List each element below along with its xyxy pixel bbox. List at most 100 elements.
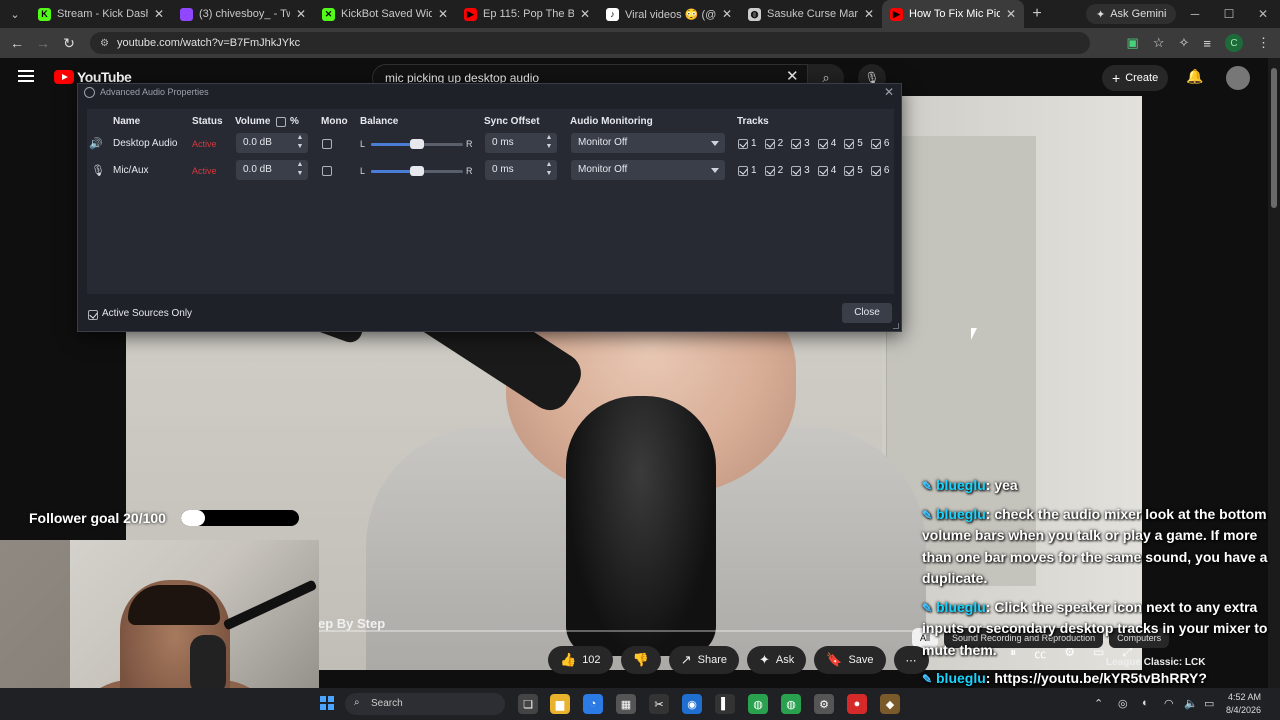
browser-tab[interactable]: ◍ Sasuke Curse Mark Co ✕ <box>740 0 882 28</box>
track-checkbox[interactable] <box>791 138 802 149</box>
volume-spinbox-mic-aux[interactable]: 0.0 dB ▲ ▼ <box>236 160 308 180</box>
sync-down-arrow-icon[interactable]: ▼ <box>544 170 554 177</box>
resize-grip-icon[interactable] <box>893 323 899 329</box>
track-checkbox[interactable] <box>844 165 855 176</box>
notifications-bell-icon[interactable]: 🔔 <box>1186 68 1203 85</box>
windows-start-icon[interactable] <box>320 696 334 710</box>
balance-slider-mic-aux[interactable] <box>371 166 463 176</box>
account-avatar[interactable] <box>1226 66 1250 90</box>
sync-down-arrow-icon[interactable]: ▼ <box>544 143 554 150</box>
wifi-icon[interactable]: ◠ <box>1164 697 1174 710</box>
track-checkbox[interactable] <box>738 138 748 149</box>
active-sources-only-checkbox[interactable] <box>88 310 98 320</box>
league-client-icon[interactable]: ◆ <box>880 694 900 714</box>
tab-close-icon[interactable]: ✕ <box>1006 7 1016 21</box>
track-checkbox[interactable] <box>817 138 828 149</box>
new-tab-button[interactable]: + <box>1024 5 1050 23</box>
task-view-icon[interactable]: ❏ <box>518 694 538 714</box>
balance-slider-handle[interactable] <box>410 139 424 149</box>
track-checkbox[interactable] <box>817 165 828 176</box>
taskbar-clock[interactable]: 4:52 AM 8/4/2026 <box>1226 691 1261 717</box>
browser-tab[interactable]: K Stream - Kick Dashbo ✕ <box>30 0 172 28</box>
minimize-window-button[interactable]: ─ <box>1178 0 1212 28</box>
track-checkbox[interactable] <box>764 165 775 176</box>
ask-button[interactable]: ✦ Ask <box>747 646 807 674</box>
dialog-close-button[interactable]: Close <box>842 303 892 323</box>
copilot-icon[interactable]: ◔ <box>583 694 603 714</box>
discord-tray-icon[interactable]: ◐ <box>1142 697 1149 709</box>
tab-close-icon[interactable]: ✕ <box>296 7 306 21</box>
mono-checkbox-mic-aux[interactable] <box>322 166 332 176</box>
tab-search-icon[interactable]: ⌄ <box>0 0 30 28</box>
edge-icon[interactable]: ◉ <box>682 694 702 714</box>
track-checkbox[interactable] <box>844 138 855 149</box>
capcut-icon[interactable]: ✂ <box>649 694 669 714</box>
speaker-icon[interactable]: 🔊 <box>89 137 103 150</box>
create-button[interactable]: + Create <box>1102 65 1169 91</box>
track-checkbox[interactable] <box>791 165 802 176</box>
tray-chevron-icon[interactable]: ⌃ <box>1094 697 1103 710</box>
audio-monitoring-select-mic-aux[interactable]: Monitor Off <box>571 160 725 180</box>
bookmark-star-icon[interactable]: ☆ <box>1153 35 1165 51</box>
sync-up-arrow-icon[interactable]: ▲ <box>544 134 554 141</box>
maximize-window-button[interactable]: ☐ <box>1212 0 1246 28</box>
reload-button[interactable]: ↻ <box>56 35 82 52</box>
cast-icon[interactable]: ▣ <box>1127 35 1139 51</box>
track-checkbox[interactable] <box>764 138 775 149</box>
address-bar[interactable]: ⚙ youtube.com/watch?v=B7FmJhkJYkc <box>90 32 1090 54</box>
volume-down-arrow-icon[interactable]: ▼ <box>295 143 305 150</box>
scrollbar-thumb[interactable] <box>1271 68 1277 208</box>
tab-close-icon[interactable]: ✕ <box>580 7 590 21</box>
settings-icon[interactable]: ⚙ <box>814 694 834 714</box>
sync-offset-spinbox-desktop-audio[interactable]: 0 ms ▲ ▼ <box>485 133 557 153</box>
close-window-button[interactable]: ✕ <box>1246 0 1280 28</box>
volume-icon[interactable]: 🔈 <box>1184 697 1198 710</box>
back-button[interactable]: ← <box>4 35 30 51</box>
menu-icon[interactable]: ⋮ <box>1257 35 1270 51</box>
volume-percent-checkbox[interactable] <box>276 117 286 127</box>
volume-up-arrow-icon[interactable]: ▲ <box>295 134 305 141</box>
obs-recording-icon[interactable]: ● <box>847 694 867 714</box>
volume-up-arrow-icon[interactable]: ▲ <box>295 161 305 168</box>
balance-slider-handle[interactable] <box>410 166 424 176</box>
ask-gemini-button[interactable]: ✦ Ask Gemini <box>1086 4 1177 24</box>
share-button[interactable]: ↗ Share <box>668 646 739 674</box>
balance-slider-desktop-audio[interactable] <box>371 139 463 149</box>
like-button[interactable]: 👍 102 <box>548 646 613 674</box>
hamburger-menu-icon[interactable] <box>18 70 34 82</box>
media-icon[interactable]: ≡ <box>1203 36 1211 51</box>
audio-monitoring-select-desktop-audio[interactable]: Monitor Off <box>571 133 725 153</box>
browser-tab[interactable]: ▶ How To Fix Mic Pickin ✕ <box>882 0 1024 28</box>
browser-tab[interactable]: ▶ Ep 115: Pop The Ballo ✕ <box>456 0 598 28</box>
tab-close-icon[interactable]: ✕ <box>438 7 448 21</box>
track-checkbox[interactable] <box>738 165 748 176</box>
forward-button[interactable]: → <box>30 35 56 51</box>
taskbar-search-input[interactable]: ⌕ Search <box>345 693 505 715</box>
browser-tab[interactable]: ♪ Viral videos 😳 (@iph ✕ <box>598 0 740 28</box>
file-explorer-icon[interactable]: ▆ <box>550 694 570 714</box>
extensions-icon[interactable]: ✧ <box>1179 35 1190 51</box>
track-checkbox[interactable] <box>870 165 881 176</box>
sync-offset-spinbox-mic-aux[interactable]: 0 ms ▲ ▼ <box>485 160 557 180</box>
network-icon[interactable]: ◎ <box>1118 697 1128 710</box>
browser-tab[interactable]: ✕ KickBot Saved Widget ✕ <box>314 0 456 28</box>
chrome-profile-icon[interactable]: ◍ <box>781 694 801 714</box>
chrome-icon[interactable]: ◍ <box>748 694 768 714</box>
mono-checkbox-desktop-audio[interactable] <box>322 139 332 149</box>
save-button[interactable]: 🔖 Save <box>814 646 886 674</box>
battery-icon[interactable]: ▭ <box>1204 697 1214 710</box>
dialog-close-icon[interactable]: ✕ <box>884 85 894 99</box>
notes-icon[interactable]: ▌ <box>715 694 735 714</box>
track-checkbox[interactable] <box>870 138 881 149</box>
sync-up-arrow-icon[interactable]: ▲ <box>544 161 554 168</box>
site-info-icon[interactable]: ⚙ <box>100 38 109 49</box>
volume-down-arrow-icon[interactable]: ▼ <box>295 170 305 177</box>
volume-spinbox-desktop-audio[interactable]: 0.0 dB ▲ ▼ <box>236 133 308 153</box>
store-icon[interactable]: ▦ <box>616 694 636 714</box>
tab-close-icon[interactable]: ✕ <box>864 7 874 21</box>
tab-close-icon[interactable]: ✕ <box>722 7 732 21</box>
microphone-icon[interactable]: 🎙 <box>91 164 105 177</box>
dislike-button[interactable]: 👎 <box>620 646 661 674</box>
profile-avatar[interactable]: C <box>1225 34 1243 52</box>
tab-close-icon[interactable]: ✕ <box>154 7 164 21</box>
